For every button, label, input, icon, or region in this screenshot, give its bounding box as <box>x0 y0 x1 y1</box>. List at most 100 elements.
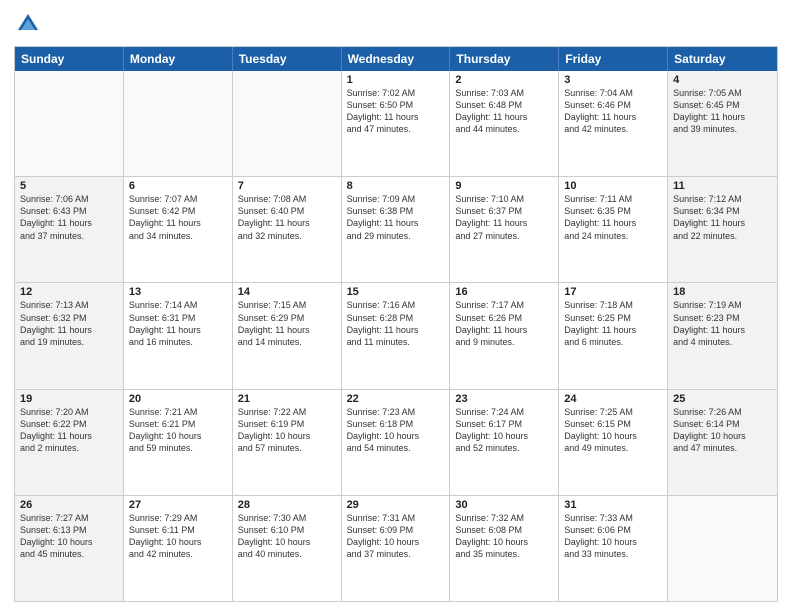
cell-info: Sunrise: 7:26 AM Sunset: 6:14 PM Dayligh… <box>673 406 772 455</box>
day-number: 9 <box>455 180 553 192</box>
calendar-cell: 12Sunrise: 7:13 AM Sunset: 6:32 PM Dayli… <box>15 283 124 388</box>
calendar-cell <box>668 496 777 601</box>
calendar-cell: 30Sunrise: 7:32 AM Sunset: 6:08 PM Dayli… <box>450 496 559 601</box>
calendar-cell: 11Sunrise: 7:12 AM Sunset: 6:34 PM Dayli… <box>668 177 777 282</box>
calendar-header-cell: Monday <box>124 47 233 71</box>
cell-info: Sunrise: 7:05 AM Sunset: 6:45 PM Dayligh… <box>673 87 772 136</box>
day-number: 2 <box>455 74 553 86</box>
calendar-cell: 14Sunrise: 7:15 AM Sunset: 6:29 PM Dayli… <box>233 283 342 388</box>
cell-info: Sunrise: 7:16 AM Sunset: 6:28 PM Dayligh… <box>347 299 445 348</box>
calendar-header-row: SundayMondayTuesdayWednesdayThursdayFrid… <box>15 47 777 71</box>
cell-info: Sunrise: 7:17 AM Sunset: 6:26 PM Dayligh… <box>455 299 553 348</box>
day-number: 23 <box>455 393 553 405</box>
cell-info: Sunrise: 7:33 AM Sunset: 6:06 PM Dayligh… <box>564 512 662 561</box>
cell-info: Sunrise: 7:03 AM Sunset: 6:48 PM Dayligh… <box>455 87 553 136</box>
calendar-cell: 4Sunrise: 7:05 AM Sunset: 6:45 PM Daylig… <box>668 71 777 176</box>
cell-info: Sunrise: 7:22 AM Sunset: 6:19 PM Dayligh… <box>238 406 336 455</box>
cell-info: Sunrise: 7:29 AM Sunset: 6:11 PM Dayligh… <box>129 512 227 561</box>
calendar-cell: 17Sunrise: 7:18 AM Sunset: 6:25 PM Dayli… <box>559 283 668 388</box>
day-number: 20 <box>129 393 227 405</box>
calendar-cell: 3Sunrise: 7:04 AM Sunset: 6:46 PM Daylig… <box>559 71 668 176</box>
calendar-cell <box>233 71 342 176</box>
calendar-cell: 2Sunrise: 7:03 AM Sunset: 6:48 PM Daylig… <box>450 71 559 176</box>
day-number: 27 <box>129 499 227 511</box>
day-number: 1 <box>347 74 445 86</box>
cell-info: Sunrise: 7:06 AM Sunset: 6:43 PM Dayligh… <box>20 193 118 242</box>
calendar-cell: 20Sunrise: 7:21 AM Sunset: 6:21 PM Dayli… <box>124 390 233 495</box>
page: SundayMondayTuesdayWednesdayThursdayFrid… <box>0 0 792 612</box>
cell-info: Sunrise: 7:24 AM Sunset: 6:17 PM Dayligh… <box>455 406 553 455</box>
day-number: 30 <box>455 499 553 511</box>
calendar-cell: 18Sunrise: 7:19 AM Sunset: 6:23 PM Dayli… <box>668 283 777 388</box>
cell-info: Sunrise: 7:07 AM Sunset: 6:42 PM Dayligh… <box>129 193 227 242</box>
calendar-cell: 8Sunrise: 7:09 AM Sunset: 6:38 PM Daylig… <box>342 177 451 282</box>
calendar-cell: 16Sunrise: 7:17 AM Sunset: 6:26 PM Dayli… <box>450 283 559 388</box>
calendar-cell: 26Sunrise: 7:27 AM Sunset: 6:13 PM Dayli… <box>15 496 124 601</box>
cell-info: Sunrise: 7:30 AM Sunset: 6:10 PM Dayligh… <box>238 512 336 561</box>
day-number: 26 <box>20 499 118 511</box>
calendar-cell: 13Sunrise: 7:14 AM Sunset: 6:31 PM Dayli… <box>124 283 233 388</box>
calendar-row: 5Sunrise: 7:06 AM Sunset: 6:43 PM Daylig… <box>15 177 777 283</box>
logo <box>14 10 46 38</box>
calendar-header-cell: Sunday <box>15 47 124 71</box>
cell-info: Sunrise: 7:20 AM Sunset: 6:22 PM Dayligh… <box>20 406 118 455</box>
day-number: 25 <box>673 393 772 405</box>
cell-info: Sunrise: 7:23 AM Sunset: 6:18 PM Dayligh… <box>347 406 445 455</box>
cell-info: Sunrise: 7:13 AM Sunset: 6:32 PM Dayligh… <box>20 299 118 348</box>
day-number: 18 <box>673 286 772 298</box>
calendar-cell: 6Sunrise: 7:07 AM Sunset: 6:42 PM Daylig… <box>124 177 233 282</box>
calendar-header-cell: Thursday <box>450 47 559 71</box>
calendar-cell: 15Sunrise: 7:16 AM Sunset: 6:28 PM Dayli… <box>342 283 451 388</box>
day-number: 12 <box>20 286 118 298</box>
day-number: 8 <box>347 180 445 192</box>
calendar-cell: 1Sunrise: 7:02 AM Sunset: 6:50 PM Daylig… <box>342 71 451 176</box>
day-number: 14 <box>238 286 336 298</box>
cell-info: Sunrise: 7:02 AM Sunset: 6:50 PM Dayligh… <box>347 87 445 136</box>
cell-info: Sunrise: 7:04 AM Sunset: 6:46 PM Dayligh… <box>564 87 662 136</box>
calendar-cell: 22Sunrise: 7:23 AM Sunset: 6:18 PM Dayli… <box>342 390 451 495</box>
calendar-cell <box>15 71 124 176</box>
calendar-header-cell: Wednesday <box>342 47 451 71</box>
calendar-cell: 29Sunrise: 7:31 AM Sunset: 6:09 PM Dayli… <box>342 496 451 601</box>
calendar-body: 1Sunrise: 7:02 AM Sunset: 6:50 PM Daylig… <box>15 71 777 601</box>
cell-info: Sunrise: 7:27 AM Sunset: 6:13 PM Dayligh… <box>20 512 118 561</box>
calendar-header-cell: Tuesday <box>233 47 342 71</box>
calendar-header-cell: Friday <box>559 47 668 71</box>
calendar-cell: 23Sunrise: 7:24 AM Sunset: 6:17 PM Dayli… <box>450 390 559 495</box>
calendar-cell: 7Sunrise: 7:08 AM Sunset: 6:40 PM Daylig… <box>233 177 342 282</box>
calendar-row: 12Sunrise: 7:13 AM Sunset: 6:32 PM Dayli… <box>15 283 777 389</box>
logo-icon <box>14 10 42 38</box>
day-number: 22 <box>347 393 445 405</box>
calendar-cell: 31Sunrise: 7:33 AM Sunset: 6:06 PM Dayli… <box>559 496 668 601</box>
day-number: 15 <box>347 286 445 298</box>
cell-info: Sunrise: 7:11 AM Sunset: 6:35 PM Dayligh… <box>564 193 662 242</box>
header <box>14 10 778 38</box>
day-number: 24 <box>564 393 662 405</box>
calendar-row: 1Sunrise: 7:02 AM Sunset: 6:50 PM Daylig… <box>15 71 777 177</box>
day-number: 6 <box>129 180 227 192</box>
cell-info: Sunrise: 7:21 AM Sunset: 6:21 PM Dayligh… <box>129 406 227 455</box>
day-number: 29 <box>347 499 445 511</box>
calendar-cell: 21Sunrise: 7:22 AM Sunset: 6:19 PM Dayli… <box>233 390 342 495</box>
day-number: 5 <box>20 180 118 192</box>
calendar-row: 26Sunrise: 7:27 AM Sunset: 6:13 PM Dayli… <box>15 496 777 601</box>
calendar-cell: 25Sunrise: 7:26 AM Sunset: 6:14 PM Dayli… <box>668 390 777 495</box>
calendar: SundayMondayTuesdayWednesdayThursdayFrid… <box>14 46 778 602</box>
calendar-cell: 28Sunrise: 7:30 AM Sunset: 6:10 PM Dayli… <box>233 496 342 601</box>
calendar-cell: 5Sunrise: 7:06 AM Sunset: 6:43 PM Daylig… <box>15 177 124 282</box>
day-number: 11 <box>673 180 772 192</box>
cell-info: Sunrise: 7:32 AM Sunset: 6:08 PM Dayligh… <box>455 512 553 561</box>
day-number: 28 <box>238 499 336 511</box>
day-number: 19 <box>20 393 118 405</box>
calendar-row: 19Sunrise: 7:20 AM Sunset: 6:22 PM Dayli… <box>15 390 777 496</box>
cell-info: Sunrise: 7:09 AM Sunset: 6:38 PM Dayligh… <box>347 193 445 242</box>
calendar-cell: 9Sunrise: 7:10 AM Sunset: 6:37 PM Daylig… <box>450 177 559 282</box>
cell-info: Sunrise: 7:12 AM Sunset: 6:34 PM Dayligh… <box>673 193 772 242</box>
calendar-header-cell: Saturday <box>668 47 777 71</box>
cell-info: Sunrise: 7:10 AM Sunset: 6:37 PM Dayligh… <box>455 193 553 242</box>
calendar-cell <box>124 71 233 176</box>
cell-info: Sunrise: 7:08 AM Sunset: 6:40 PM Dayligh… <box>238 193 336 242</box>
cell-info: Sunrise: 7:19 AM Sunset: 6:23 PM Dayligh… <box>673 299 772 348</box>
cell-info: Sunrise: 7:15 AM Sunset: 6:29 PM Dayligh… <box>238 299 336 348</box>
day-number: 13 <box>129 286 227 298</box>
